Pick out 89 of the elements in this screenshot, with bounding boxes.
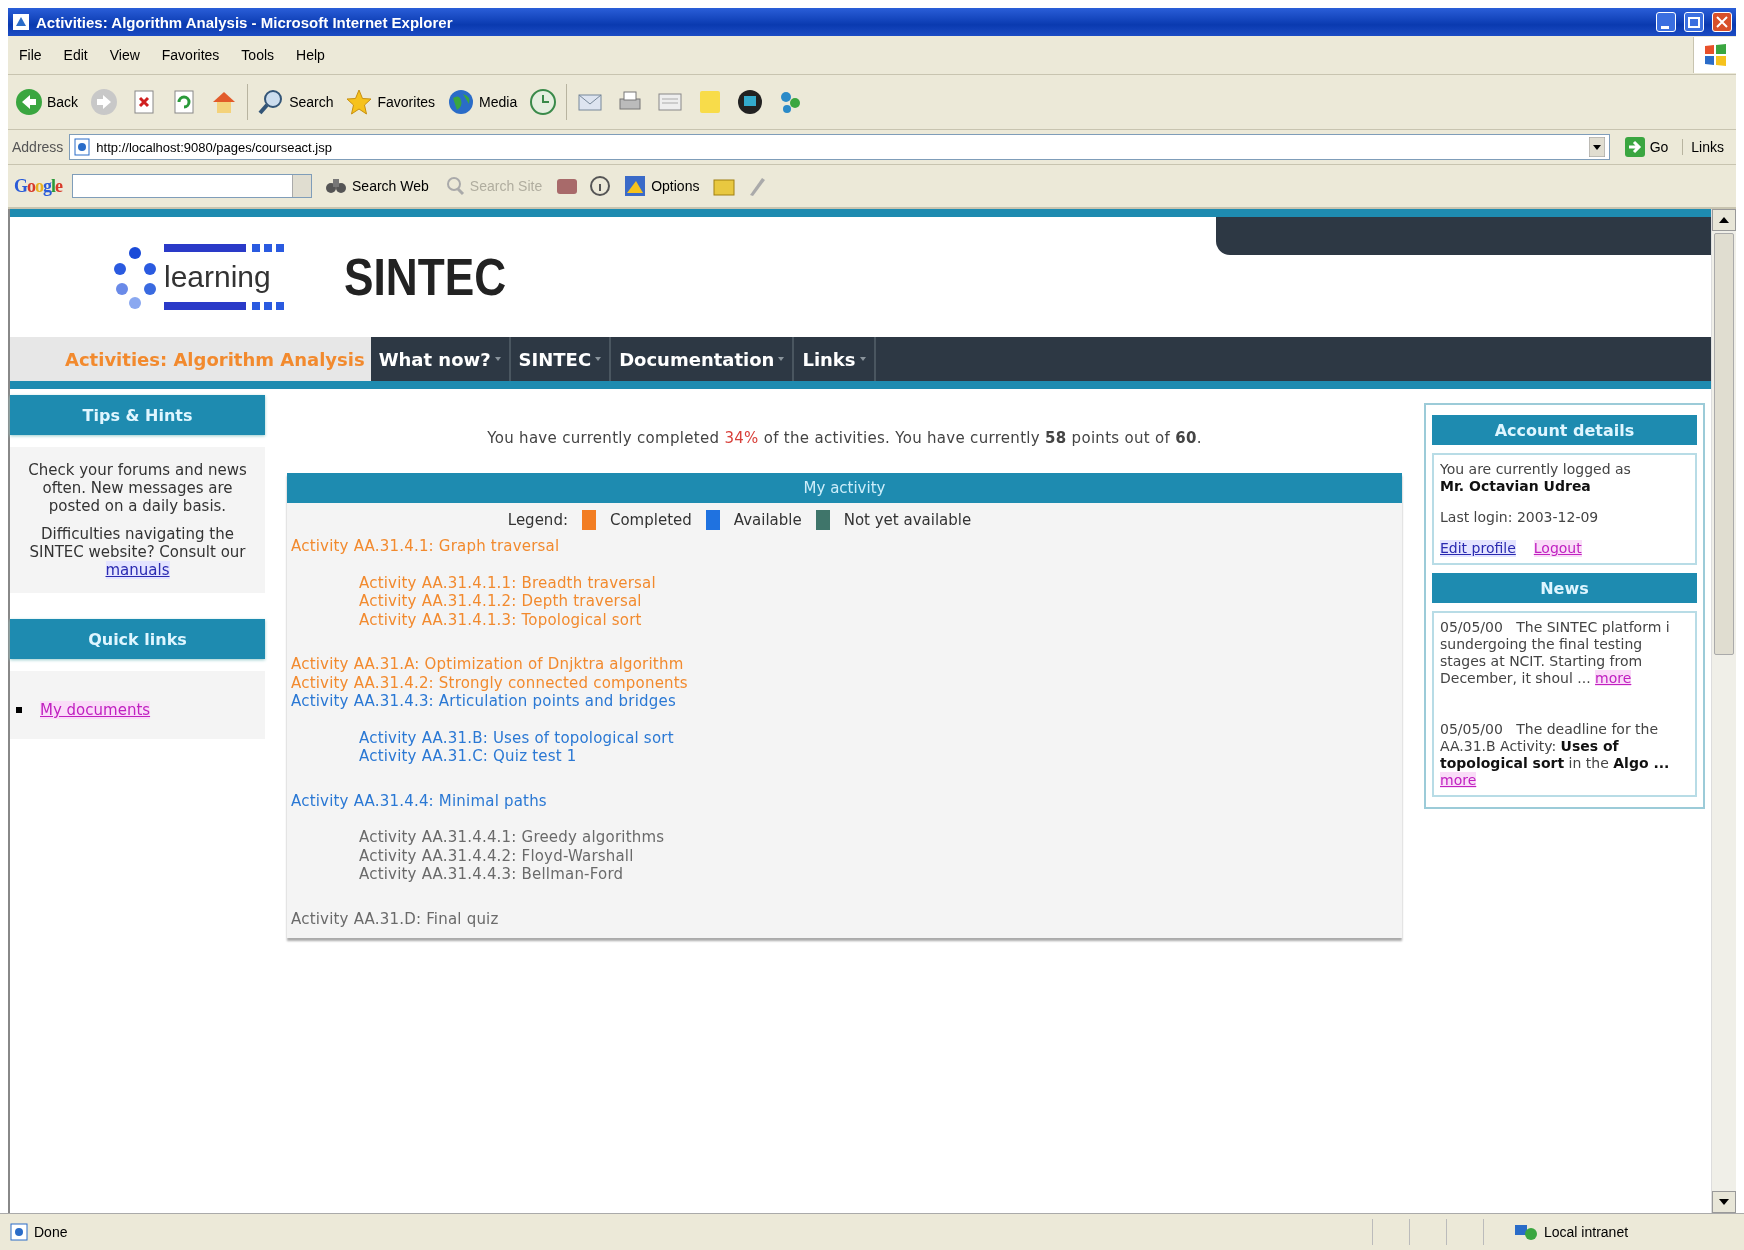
google-logo[interactable]: Google (14, 175, 63, 197)
activity-link[interactable]: Activity AA.31.D: Final quiz (291, 909, 1398, 928)
page-title: Activities: Algorithm Analysis (10, 337, 371, 381)
search-button[interactable]: Search (254, 86, 337, 118)
windows-logo-icon (1702, 42, 1728, 68)
nav-menu-item[interactable]: SINTEC (510, 337, 612, 381)
bullet-icon (16, 707, 22, 713)
globe-icon (447, 88, 476, 116)
status-text: Done (34, 1224, 68, 1240)
login-text: You are currently logged as (1440, 461, 1632, 478)
last-login: Last login: 2003-12-09 (1440, 509, 1600, 526)
back-button[interactable]: Back (12, 86, 82, 118)
nav-menu-item[interactable]: Documentation (611, 337, 795, 381)
activity-link[interactable]: Activity AA.31.B: Uses of topological sort (359, 728, 1398, 747)
close-button[interactable] (1712, 12, 1732, 32)
dropdown-arrow-icon (1588, 137, 1605, 157)
menu-item[interactable]: File (16, 45, 45, 65)
options-button[interactable]: Options (621, 173, 703, 199)
account-link[interactable]: Logout (1533, 540, 1582, 557)
browser-icon (12, 13, 30, 31)
bar-icon (164, 302, 284, 310)
tip-text: Check your forums and news often. New messages are posted on a daily basis. (27, 461, 248, 515)
menu-item[interactable]: Tools (238, 45, 278, 65)
page-icon (10, 1223, 28, 1241)
links-button[interactable]: Links (1682, 139, 1732, 155)
menu-item[interactable]: Favorites (158, 45, 223, 65)
activity-link[interactable]: Activity AA.31.4.4: Minimal paths (291, 791, 1398, 810)
star-icon (345, 88, 374, 116)
caret-icon (778, 357, 785, 361)
minimize-button[interactable] (1656, 12, 1676, 32)
user-name: Mr. Octavian Udrea (1440, 478, 1592, 495)
caret-icon (859, 357, 866, 361)
bar-icon (164, 244, 284, 252)
clock-icon (529, 88, 558, 116)
section-header: News (1432, 573, 1697, 603)
close-icon (1716, 16, 1728, 28)
more-link[interactable]: more (1595, 670, 1632, 686)
scrollbar[interactable] (1711, 209, 1736, 1213)
more-link[interactable]: more (1440, 772, 1477, 788)
zone-text: Local intranet (1544, 1224, 1629, 1240)
activity-link[interactable]: Activity AA.31.4.4.1: Greedy algorithms (359, 828, 1398, 847)
news-item: 05/05/00 The SINTEC platform i sundergoing the final testing stages at NCIT. Starting from December, it shoul ... more (1440, 619, 1671, 687)
activity-link[interactable]: Activity AA.31.C: Quiz test 1 (359, 747, 1398, 766)
up-arrow-icon (1719, 217, 1729, 223)
activity-link[interactable]: Activity AA.31.4.4.2: Floyd-Warshall (359, 846, 1398, 865)
info-icon (589, 175, 612, 197)
search-field[interactable] (72, 174, 313, 198)
caret-icon (595, 357, 602, 361)
legend-text: Not yet available (843, 511, 972, 529)
site-title: SINTEC (344, 247, 507, 307)
progress-summary: You have currently completed 34% of the activities. You have currently 58 points out of 60. (486, 429, 1203, 447)
page-icon (74, 138, 91, 156)
menu-item[interactable]: Help (293, 45, 328, 65)
search-web-button[interactable]: Search Web (322, 174, 432, 198)
legend-label: Legend: (507, 511, 568, 529)
section-header: Account details (1432, 415, 1697, 445)
section-header: Tips & Hints (10, 395, 265, 435)
manuals-link[interactable]: manuals (105, 561, 170, 579)
logo-text: learning (164, 260, 272, 294)
caret-icon (494, 357, 501, 361)
maximize-icon (1688, 16, 1700, 28)
section-header: Quick links (10, 619, 265, 659)
account-link[interactable]: Edit profile (1440, 540, 1516, 557)
legend-text: Available (733, 511, 802, 529)
menu-item[interactable]: Edit (60, 45, 91, 65)
down-arrow-icon (1719, 1199, 1729, 1205)
address-label: Address (12, 139, 64, 155)
nav-menu-item[interactable]: What now? (370, 337, 511, 381)
tip-text: Difficulties navigating the SINTEC website? Consult our manuals (28, 525, 247, 579)
maximize-button[interactable] (1684, 12, 1704, 32)
activity-header: My activity (287, 473, 1402, 503)
toolbar-button[interactable]: Favorites (342, 86, 439, 118)
minimize-icon (1660, 25, 1669, 29)
binoculars-icon (325, 176, 348, 196)
monitor-icon (736, 88, 765, 116)
legend-text: Completed (609, 511, 692, 529)
magnifier-icon (444, 176, 465, 196)
window-title: Activities: Algorithm Analysis - Microsoft Internet Explorer (36, 13, 453, 31)
options-icon (624, 175, 647, 197)
network-icon (1514, 1223, 1538, 1241)
nav-menu-item[interactable]: Links (794, 337, 876, 381)
activity-link[interactable]: Activity AA.31.4.3: Articulation points and bridges (291, 692, 1398, 711)
news-item: 05/05/00 The deadline for the AA.31.B Activity: Uses of topological sort in the Algo ... more (1440, 721, 1671, 789)
go-button[interactable]: Go (1615, 136, 1677, 158)
toolbar-button[interactable]: Media (444, 86, 521, 118)
quick-link[interactable]: My documents (40, 701, 151, 719)
menu-item[interactable]: View (106, 45, 143, 65)
activity-link[interactable]: Activity AA.31.4.4.3: Bellman-Ford (359, 865, 1398, 884)
address-field[interactable]: http://localhost:9080/pages/courseact.jsp (69, 134, 1610, 160)
